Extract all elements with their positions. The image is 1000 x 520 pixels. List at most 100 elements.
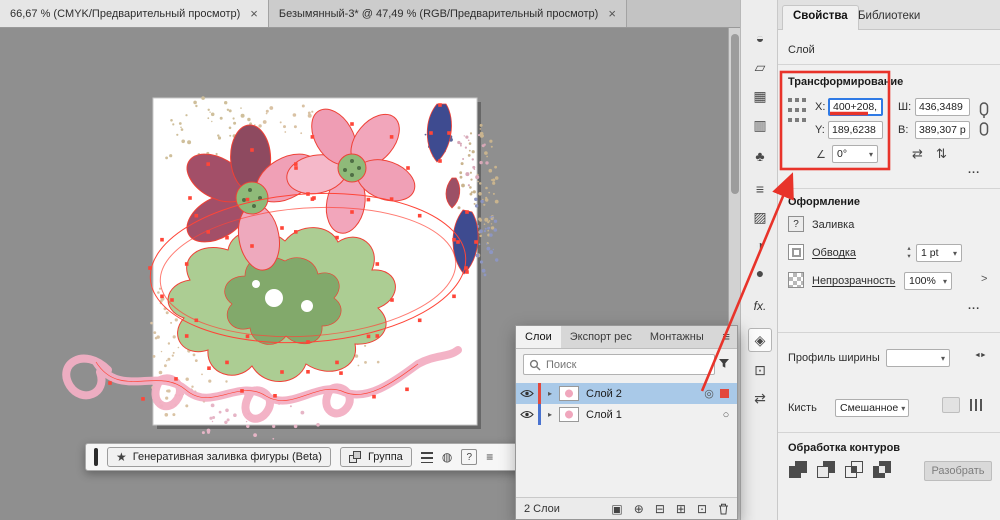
opacity-swatch[interactable] xyxy=(788,272,804,288)
close-tab-icon[interactable]: × xyxy=(608,7,616,20)
generative-fill-button[interactable]: ★ Генеративная заливка фигуры (Beta) xyxy=(107,447,331,467)
brush-libraries-icon[interactable] xyxy=(970,399,984,411)
opacity-link[interactable]: Непрозрачность xyxy=(812,275,895,287)
filter-icon[interactable] xyxy=(718,358,730,369)
appearance-fx-panel-icon[interactable]: fx. xyxy=(748,294,772,318)
opacity-value: 100% xyxy=(909,275,936,287)
width-profile-select[interactable]: ▾ xyxy=(886,349,950,367)
target-circle-icon[interactable]: ○ xyxy=(715,409,737,421)
flip-vertical-icon[interactable]: ⇅ xyxy=(936,147,947,160)
close-tab-icon[interactable]: × xyxy=(250,7,258,20)
expand-arrow-icon[interactable]: ▸ xyxy=(541,389,559,398)
layers-panel-icon[interactable]: ◈ xyxy=(748,328,772,352)
color-panel-icon[interactable]: ◒ xyxy=(748,26,772,50)
rotation-select[interactable]: 0° ▾ xyxy=(832,145,878,163)
brush-label: Кисть xyxy=(788,402,817,414)
make-mask-icon[interactable]: ▣ xyxy=(611,503,622,515)
fill-swatch[interactable]: ? xyxy=(788,216,804,232)
transparency-panel-icon[interactable]: ◑ xyxy=(748,233,772,257)
chevron-down-icon: ▾ xyxy=(943,277,947,286)
stroke-link[interactable]: Обводка xyxy=(812,247,856,259)
globe-icon[interactable]: ◍ xyxy=(442,451,452,463)
pathfinder-exclude-icon[interactable] xyxy=(872,460,894,482)
color-guide-panel-icon[interactable]: ● xyxy=(748,261,772,285)
layers-footer: 2 Слои ▣ ⊕ ⊟ ⊞ ⊡ xyxy=(516,497,737,519)
stroke-swatch[interactable] xyxy=(788,244,804,260)
tab-layers[interactable]: Слои xyxy=(516,326,561,348)
brush-options-button[interactable] xyxy=(942,397,960,413)
new-group-icon[interactable]: ⊞ xyxy=(676,503,686,515)
flip-horizontal-icon[interactable]: ⇄ xyxy=(912,147,923,160)
symbols-panel-icon[interactable]: ♣ xyxy=(748,144,772,168)
constrain-proportions-icon[interactable] xyxy=(977,100,991,138)
tab-libraries[interactable]: Библиотеки xyxy=(848,6,930,26)
selection-type-label: Слой xyxy=(788,44,815,56)
gradient-panel-icon[interactable]: ▨ xyxy=(748,205,772,229)
stroke-weight-stepper[interactable]: ▴ ▾ xyxy=(904,245,914,261)
layer-name[interactable]: Слой 2 xyxy=(586,388,698,400)
group-button[interactable]: Группа xyxy=(340,447,412,467)
delete-layer-icon[interactable] xyxy=(718,503,729,515)
stroke-weight-select[interactable]: 1 pt ▾ xyxy=(916,244,962,262)
scrollbar-thumb[interactable] xyxy=(731,34,739,194)
new-sublayer-icon[interactable]: ⊟ xyxy=(655,503,665,515)
shapes-panel-icon[interactable]: ▱ xyxy=(748,55,772,79)
layer-name[interactable]: Слой 1 xyxy=(586,409,715,421)
height-input[interactable] xyxy=(915,121,970,139)
swatches-panel-icon[interactable]: ▦ xyxy=(748,84,772,108)
document-tab-1[interactable]: 66,67 % (CMYK/Предварительный просмотр) … xyxy=(0,0,269,27)
tab-asset-export[interactable]: Экспорт рес xyxy=(561,326,641,348)
reference-point-locator[interactable] xyxy=(788,98,807,126)
y-input[interactable] xyxy=(828,121,883,139)
opacity-select[interactable]: 100% ▾ xyxy=(904,272,952,290)
expand-button[interactable]: Разобрать xyxy=(924,461,992,481)
context-taskbar: ★ Генеративная заливка фигуры (Beta) Гру… xyxy=(85,443,523,471)
layer-row-2[interactable]: ▸ Слой 2 ◎ xyxy=(516,383,737,404)
export-panel-icon[interactable]: ⊡ xyxy=(748,358,772,382)
align-icon[interactable] xyxy=(421,452,433,463)
chevron-down-icon: ▾ xyxy=(901,404,905,413)
generative-icon: ★ xyxy=(116,451,127,463)
context-menu-icon[interactable]: ≡ xyxy=(486,451,493,463)
brushes-panel-icon[interactable]: ▥ xyxy=(748,113,772,137)
layer-thumbnail[interactable] xyxy=(559,386,579,401)
group-icon xyxy=(349,451,362,464)
layer-row-1[interactable]: ▸ Слой 1 ○ xyxy=(516,404,737,425)
help-icon[interactable]: ? xyxy=(461,449,477,465)
layer-thumbnail[interactable] xyxy=(559,407,579,422)
libraries-panel-icon[interactable]: ⇄ xyxy=(748,386,772,410)
width-profile-icon[interactable]: ◄► xyxy=(974,352,986,359)
search-input[interactable] xyxy=(546,359,709,371)
transform-more-options[interactable]: ... xyxy=(968,164,980,176)
x-input[interactable] xyxy=(828,98,883,116)
x-label: X: xyxy=(815,101,825,113)
pathfinder-intersect-icon[interactable] xyxy=(844,460,866,482)
visibility-eye-icon[interactable] xyxy=(516,410,538,419)
layers-search-box[interactable] xyxy=(523,354,715,375)
width-profile-label: Профиль ширины xyxy=(788,352,880,364)
expand-arrow-icon[interactable]: ▸ xyxy=(541,410,559,419)
target-circle-icon[interactable]: ◎ xyxy=(698,387,720,400)
layers-panel: Слои Экспорт рес Монтажны ≡ ▸ Слой 2 ◎ xyxy=(515,325,738,520)
visibility-eye-icon[interactable] xyxy=(516,389,538,398)
pathfinder-unite-icon[interactable] xyxy=(788,460,810,482)
appearance-more-options[interactable]: ... xyxy=(968,300,980,312)
width-input[interactable] xyxy=(915,98,970,116)
transform-title: Трансформирование xyxy=(788,76,903,88)
rotation-value: 0° xyxy=(837,148,847,160)
panel-menu-icon[interactable]: ≡ xyxy=(715,326,737,348)
layers-tabbar: Слои Экспорт рес Монтажны ≡ xyxy=(516,326,737,349)
locate-object-icon[interactable]: ⊕ xyxy=(634,503,644,515)
pathfinder-minus-front-icon[interactable] xyxy=(816,460,838,482)
tab-artboards[interactable]: Монтажны xyxy=(641,326,713,348)
document-tabbar: 66,67 % (CMYK/Предварительный просмотр) … xyxy=(0,0,740,28)
opacity-flyout-icon[interactable]: > xyxy=(981,274,987,285)
document-tab-label: 66,67 % (CMYK/Предварительный просмотр) xyxy=(10,8,240,20)
selection-indicator[interactable] xyxy=(720,389,729,398)
drag-handle[interactable] xyxy=(94,448,98,466)
document-tab-2[interactable]: Безымянный-3* @ 47,49 % (RGB/Предварител… xyxy=(269,0,627,27)
brush-select[interactable]: Смешанное ▾ xyxy=(835,399,909,417)
new-layer-icon[interactable]: ⊡ xyxy=(697,503,707,515)
appearance-title: Оформление xyxy=(788,196,860,208)
stroke-panel-icon[interactable]: ≡ xyxy=(748,177,772,201)
